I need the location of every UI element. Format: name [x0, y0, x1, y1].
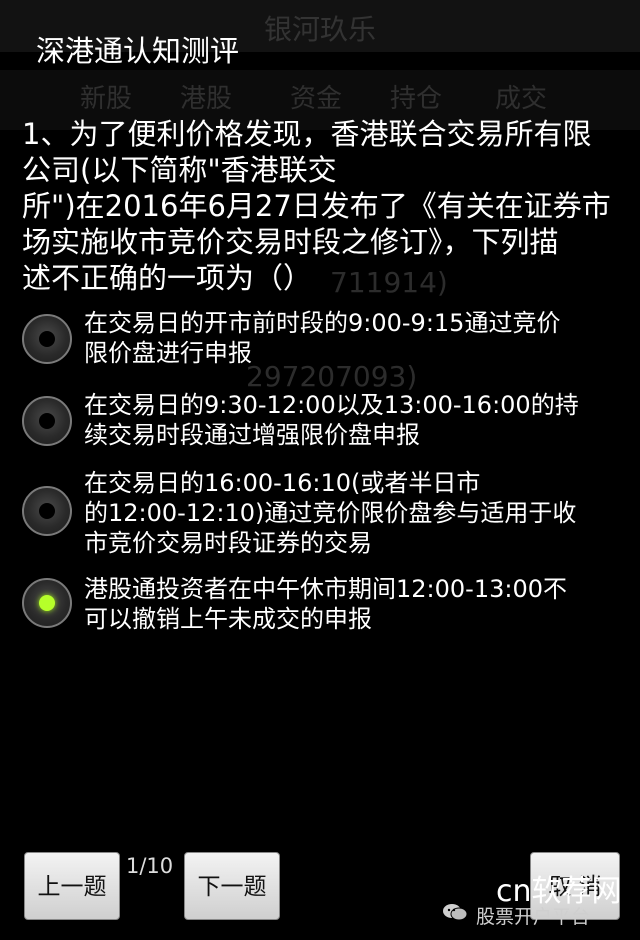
radio-dot-icon	[39, 595, 55, 611]
option-line: 港股通投资者在中午休市期间12:00-13:00不	[84, 575, 567, 603]
answer-option-a[interactable]: 在交易日的开市前时段的9:00-9:15通过竞价 限价盘进行申报	[22, 308, 632, 378]
question-line: 1、为了便利价格发现，香港联合交易所有限	[22, 117, 592, 151]
radio-dot-icon	[39, 413, 55, 429]
option-line: 可以撤销上午未成交的申报	[84, 605, 372, 633]
option-text: 在交易日的开市前时段的9:00-9:15通过竞价 限价盘进行申报	[84, 308, 624, 368]
radio-dot-icon	[39, 331, 55, 347]
option-text: 在交易日的16:00-16:10(或者半日市 的12:00-12:10)通过竞价…	[84, 468, 624, 558]
radio-button-a[interactable]	[22, 314, 72, 364]
question-line: 所")在2016年6月27日发布了《有关在证券市	[22, 189, 611, 223]
option-line: 在交易日的16:00-16:10(或者半日市	[84, 469, 481, 497]
option-text: 港股通投资者在中午休市期间12:00-13:00不 可以撤销上午未成交的申报	[84, 574, 624, 634]
watermark: 股票开户平台 cn软荐网	[442, 866, 632, 930]
watermark-main: cn软荐网	[496, 874, 622, 909]
question-line: 公司(以下简称"香港联交	[22, 153, 337, 187]
question-counter: 1/10	[126, 854, 174, 878]
option-line: 在交易日的开市前时段的9:00-9:15通过竞价	[84, 309, 561, 337]
radio-button-c[interactable]	[22, 486, 72, 536]
option-text: 在交易日的9:30-12:00以及13:00-16:00的持 续交易时段通过增强…	[84, 390, 624, 450]
quiz-dialog: 深港通认知测评 1、为了便利价格发现，香港联合交易所有限 公司(以下简称"香港联…	[0, 0, 640, 940]
radio-button-b[interactable]	[22, 396, 72, 446]
radio-button-d[interactable]	[22, 578, 72, 628]
prev-question-button[interactable]: 上一题	[24, 852, 120, 920]
option-line: 续交易时段通过增强限价盘申报	[84, 421, 420, 449]
question-text: 1、为了便利价格发现，香港联合交易所有限 公司(以下简称"香港联交 所")在20…	[22, 116, 622, 296]
question-line: 述不正确的一项为（）	[22, 261, 313, 295]
answer-option-d[interactable]: 港股通投资者在中午休市期间12:00-13:00不 可以撤销上午未成交的申报	[22, 574, 632, 644]
option-line: 的12:00-12:10)通过竞价限价盘参与适用于收	[84, 499, 577, 527]
answer-option-c[interactable]: 在交易日的16:00-16:10(或者半日市 的12:00-12:10)通过竞价…	[22, 468, 632, 568]
wechat-icon	[443, 904, 468, 921]
next-question-button[interactable]: 下一题	[184, 852, 280, 920]
question-line: 场实施收市竞价交易时段之修订》，下列描	[22, 225, 559, 259]
option-line: 限价盘进行申报	[84, 339, 252, 367]
option-line: 在交易日的9:30-12:00以及13:00-16:00的持	[84, 391, 579, 419]
answer-option-b[interactable]: 在交易日的9:30-12:00以及13:00-16:00的持 续交易时段通过增强…	[22, 390, 632, 460]
radio-dot-icon	[39, 503, 55, 519]
option-line: 市竞价交易时段证券的交易	[84, 529, 372, 557]
dialog-title: 深港通认知测评	[36, 34, 240, 68]
